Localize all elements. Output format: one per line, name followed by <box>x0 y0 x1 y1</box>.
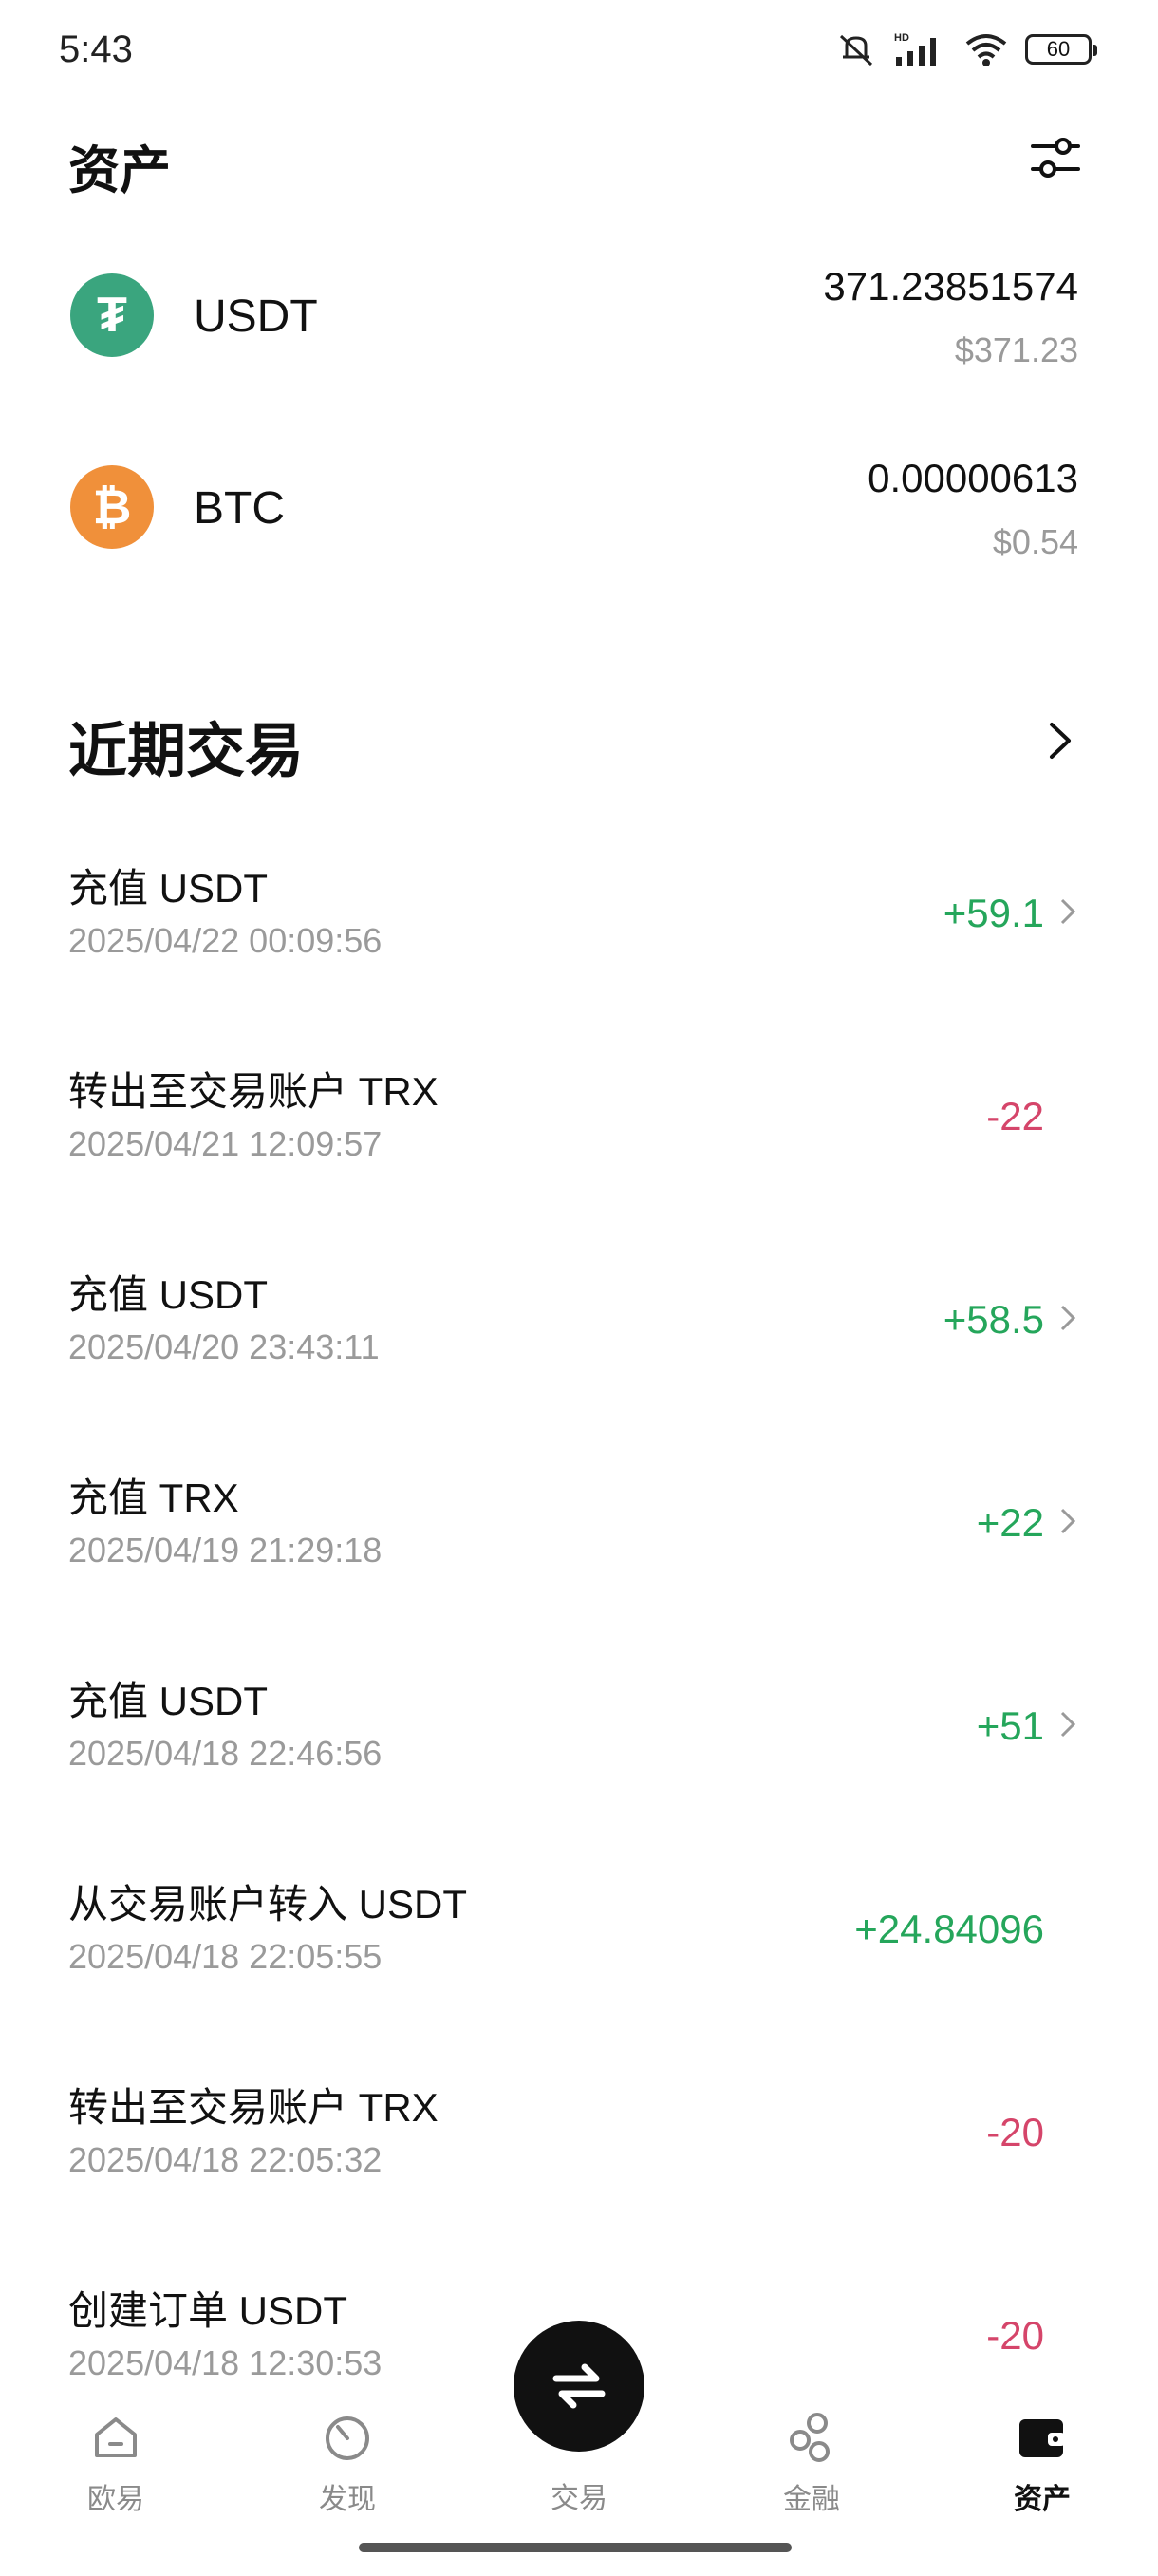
transaction-title: 充值 USDT <box>68 1272 269 1317</box>
transaction-row[interactable]: 从交易账户转入 USDT 2025/04/18 22:05:55 +24.840… <box>0 1852 1158 2055</box>
chevron-right-icon <box>1060 1508 1076 1534</box>
btc-coin-icon: ₿ <box>70 465 154 549</box>
transaction-title: 转出至交易账户 TRX <box>68 1069 439 1114</box>
home-icon <box>95 2417 137 2457</box>
status-icons: HD 60 <box>835 30 1097 68</box>
transaction-time: 2025/04/18 22:05:32 <box>68 2140 383 2179</box>
finance-icon <box>790 2413 830 2462</box>
transaction-amount: +58.5 <box>943 1297 1044 1342</box>
page-title: 资产 <box>68 142 171 199</box>
transaction-title: 充值 USDT <box>68 866 269 911</box>
transaction-title: 创建订单 USDT <box>68 2288 348 2333</box>
transaction-row[interactable]: 充值 USDT 2025/04/22 00:09:56 +59.1 <box>0 836 1158 1039</box>
signal-icon: HD <box>894 32 936 66</box>
recent-transactions-title: 近期交易 <box>68 719 305 784</box>
transaction-time: 2025/04/22 00:09:56 <box>68 921 383 960</box>
transaction-list: 充值 USDT 2025/04/22 00:09:56 +59.1 转出至交易账… <box>0 836 1158 2461</box>
transaction-time: 2025/04/19 21:29:18 <box>68 1531 383 1570</box>
transaction-time: 2025/04/18 22:05:55 <box>68 1937 383 1976</box>
home-indicator[interactable] <box>359 2543 792 2552</box>
trade-swap-icon <box>552 2363 606 2409</box>
transaction-row[interactable]: 转出至交易账户 TRX 2025/04/18 22:05:32 -20 <box>0 2055 1158 2258</box>
transaction-amount: +24.84096 <box>854 1907 1044 1951</box>
usdt-glyph: ₮ <box>97 288 127 343</box>
transaction-amount: +59.1 <box>943 891 1044 935</box>
asset-amount: 0.00000613 <box>868 456 1078 500</box>
transaction-time: 2025/04/18 12:30:53 <box>68 2343 383 2382</box>
asset-symbol: BTC <box>194 483 285 534</box>
chevron-right-icon[interactable] <box>1040 717 1078 764</box>
nav-label: 资产 <box>1014 2484 1071 2515</box>
asset-symbol: USDT <box>194 291 318 342</box>
asset-row-btc[interactable]: ₿ BTC 0.00000613 $0.54 <box>0 456 1158 570</box>
chevron-right-icon <box>1060 1711 1076 1738</box>
discover-icon <box>326 2416 369 2460</box>
transaction-amount: +51 <box>976 1703 1044 1748</box>
asset-amount: 371.23851574 <box>823 264 1078 309</box>
transaction-amount: -22 <box>986 1094 1044 1138</box>
transaction-row[interactable]: 转出至交易账户 TRX 2025/04/21 12:09:57 -22 <box>0 1039 1158 1242</box>
transaction-title: 充值 TRX <box>68 1476 239 1520</box>
transaction-title: 转出至交易账户 TRX <box>68 2085 439 2130</box>
asset-usd-value: $371.23 <box>954 330 1078 369</box>
status-time: 5:43 <box>59 28 133 70</box>
transaction-title: 充值 USDT <box>68 1679 269 1723</box>
chevron-right-icon <box>1060 1305 1076 1331</box>
asset-usd-value: $0.54 <box>992 522 1078 561</box>
nav-item-assets[interactable]: 资产 <box>976 2408 1109 2517</box>
status-bar: 5:43 HD 60 <box>0 0 1158 104</box>
trade-button[interactable] <box>514 2321 644 2452</box>
nav-item-finance[interactable]: 金融 <box>745 2408 878 2517</box>
transaction-row[interactable]: 充值 USDT 2025/04/20 23:43:11 +58.5 <box>0 1242 1158 1445</box>
mute-icon <box>839 34 873 66</box>
filter-settings-icon[interactable] <box>1029 131 1082 184</box>
transaction-time: 2025/04/20 23:43:11 <box>68 1327 380 1366</box>
nav-label: 金融 <box>783 2484 840 2515</box>
btc-glyph: ₿ <box>92 480 132 534</box>
transaction-row[interactable]: 充值 TRX 2025/04/19 21:29:18 +22 <box>0 1445 1158 1648</box>
transaction-time: 2025/04/21 12:09:57 <box>68 1124 383 1163</box>
battery-indicator: 60 <box>1025 34 1097 65</box>
chevron-right-icon <box>1060 898 1076 925</box>
transaction-amount: -20 <box>986 2313 1044 2358</box>
transaction-row[interactable]: 充值 USDT 2025/04/18 22:46:56 +51 <box>0 1648 1158 1852</box>
transaction-title: 从交易账户转入 USDT <box>68 1882 468 1927</box>
usdt-coin-icon: ₮ <box>70 273 154 357</box>
wifi-icon <box>965 34 1007 66</box>
transaction-amount: +22 <box>976 1500 1044 1545</box>
wallet-icon <box>1019 2419 1065 2457</box>
transaction-time: 2025/04/18 22:46:56 <box>68 1734 383 1773</box>
asset-row-usdt[interactable]: ₮ USDT 371.23851574 $371.23 <box>0 264 1158 378</box>
transaction-amount: -20 <box>986 2110 1044 2154</box>
svg-text:HD: HD <box>894 32 909 44</box>
